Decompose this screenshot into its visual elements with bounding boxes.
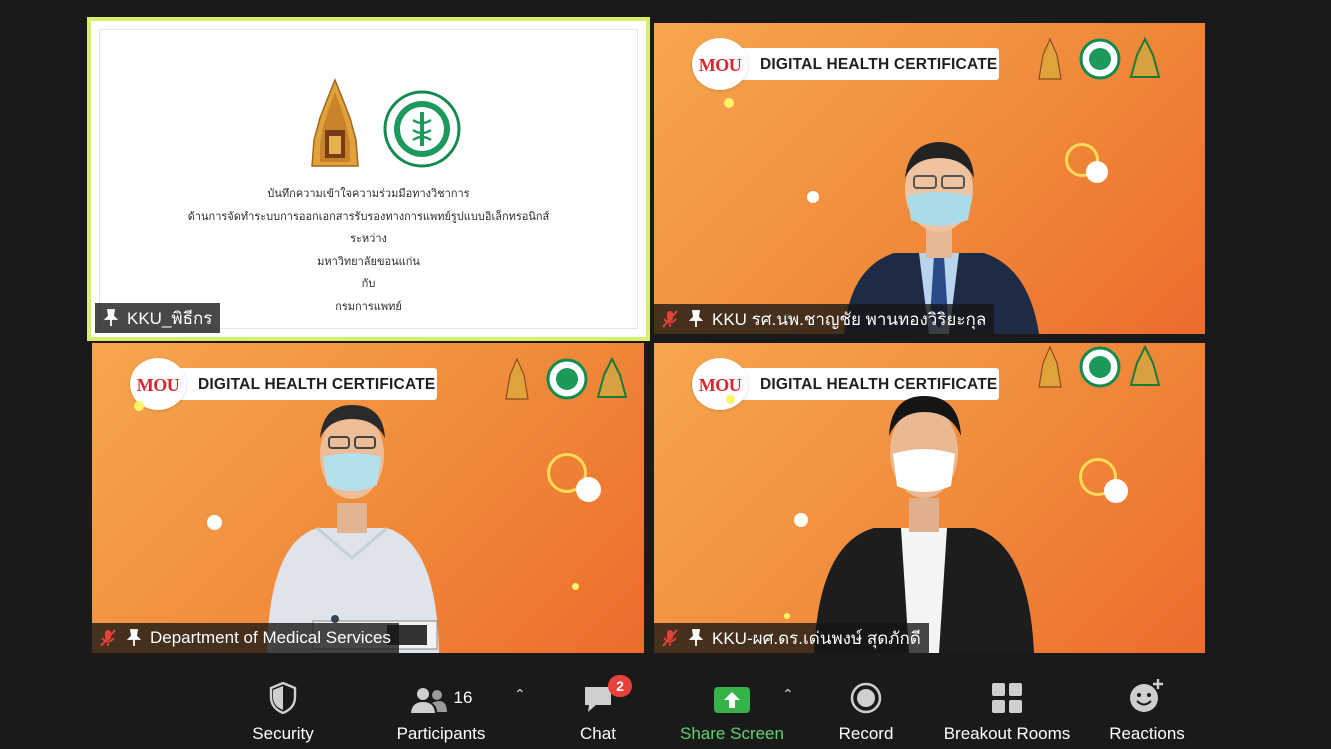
- slide-line: ด้านการจัดทำระบบการออกเอกสารรับรองทางการ…: [187, 209, 550, 223]
- mou-badge: MOU: [692, 358, 748, 410]
- share-screen-label: Share Screen: [680, 724, 784, 743]
- security-button[interactable]: Security: [240, 666, 326, 749]
- presentation-slide: บันทึกความเข้าใจความร่วมมือทางวิชาการ ด้…: [99, 29, 638, 329]
- record-button[interactable]: Record: [830, 666, 902, 749]
- banner-title: DIGITAL HEALTH CERTIFICATE: [760, 56, 998, 73]
- decor-dot: [784, 613, 790, 619]
- participants-button[interactable]: 16 Participants: [386, 666, 496, 749]
- record-icon: [850, 682, 882, 714]
- video-tile-participant[interactable]: MOU DIGITAL HEALTH CERTIFICATE: [654, 343, 1205, 653]
- video-tile-host-slide[interactable]: บันทึกความเข้าใจความร่วมมือทางวิชาการ ด้…: [87, 17, 650, 341]
- slide-line: กับ: [361, 277, 376, 290]
- share-screen-arrow-icon: [714, 687, 750, 713]
- video-tile-participant[interactable]: MOU DIGITAL HEALTH CERTIFICATE: [92, 343, 644, 653]
- participant-name-label: Department of Medical Services: [92, 623, 399, 653]
- slide-line: ระหว่าง: [350, 232, 387, 245]
- reactions-button[interactable]: Reactions: [1104, 666, 1190, 749]
- video-gallery: บันทึกความเข้าใจความร่วมมือทางวิชาการ ด้…: [0, 0, 1331, 666]
- pin-icon: [686, 628, 706, 648]
- decor-dot: [726, 395, 735, 404]
- slide-line: บันทึกความเข้าใจความร่วมมือทางวิชาการ: [267, 187, 470, 200]
- participants-icon: [410, 688, 447, 713]
- shield-icon: [269, 682, 297, 714]
- decor-dot: [576, 477, 601, 502]
- breakout-rooms-label: Breakout Rooms: [943, 724, 1071, 743]
- meeting-toolbar: Security 16 Participants ⌃ 2 Chat Share …: [0, 666, 1331, 749]
- smiley-add-icon: [1130, 679, 1163, 712]
- decor-dot: [794, 513, 808, 527]
- decor-dot: [1086, 161, 1108, 183]
- participant-name: Department of Medical Services: [150, 628, 391, 647]
- participant-name-label: KKU รศ.นพ.ชาญชัย พานทองวิริยะกุล: [654, 304, 995, 334]
- participant-name: KKU_พิธีกร: [127, 308, 213, 328]
- participant-video-person: [814, 396, 1034, 653]
- breakout-rooms-button[interactable]: Breakout Rooms: [936, 666, 1078, 749]
- participant-name-label: KKU-ผศ.ดร.เด่นพงษ์ สุดภักดี: [654, 623, 929, 653]
- muted-microphone-icon: [660, 309, 680, 329]
- share-screen-options-chevron-up-icon[interactable]: ⌃: [782, 686, 794, 703]
- pin-icon: [124, 628, 144, 648]
- decor-dot: [207, 515, 222, 530]
- decor-dot: [572, 583, 579, 590]
- participants-options-chevron-up-icon[interactable]: ⌃: [514, 686, 526, 703]
- participant-name: KKU-ผศ.ดร.เด่นพงษ์ สุดภักดี: [712, 628, 921, 648]
- pin-icon: [686, 309, 706, 329]
- partner-logos-icon: [505, 356, 628, 400]
- video-tile-participant[interactable]: MOU DIGITAL HEALTH CERTIFICATE: [654, 23, 1205, 334]
- pin-icon: [101, 308, 121, 328]
- university-emblem-icon: [311, 78, 359, 167]
- participant-name-label: KKU_พิธีกร: [95, 303, 221, 333]
- security-label: Security: [252, 724, 314, 743]
- muted-microphone-icon: [98, 628, 118, 648]
- participants-label: Participants: [396, 724, 486, 743]
- mou-banner: MOU DIGITAL HEALTH CERTIFICATE: [692, 38, 999, 90]
- slide-text-block: บันทึกความเข้าใจความร่วมมือทางวิชาการ ด้…: [100, 183, 637, 318]
- decor-dot: [807, 191, 819, 203]
- slide-line: มหาวิทยาลัยขอนแก่น: [317, 254, 420, 268]
- partner-logos-icon: [1038, 344, 1161, 388]
- partner-logos-icon: [1038, 36, 1161, 80]
- decor-dot: [1104, 479, 1128, 503]
- breakout-rooms-grid-icon: [992, 683, 1022, 713]
- chat-label: Chat: [580, 724, 616, 743]
- share-screen-button[interactable]: Share Screen: [672, 666, 792, 749]
- participant-video-person: [267, 405, 439, 653]
- mou-badge: MOU: [692, 38, 748, 90]
- banner-title: DIGITAL HEALTH CERTIFICATE: [198, 376, 436, 393]
- record-label: Record: [838, 724, 894, 743]
- decor-dot: [724, 98, 734, 108]
- participants-count: 16: [453, 688, 473, 707]
- muted-microphone-icon: [660, 628, 680, 648]
- chat-unread-badge: 2: [608, 675, 632, 697]
- ministry-of-public-health-logo-icon: [383, 90, 461, 168]
- chat-button[interactable]: 2 Chat: [570, 666, 632, 749]
- participant-name: KKU รศ.นพ.ชาญชัย พานทองวิริยะกุล: [712, 309, 987, 329]
- reactions-label: Reactions: [1109, 724, 1185, 743]
- decor-dot: [134, 401, 144, 411]
